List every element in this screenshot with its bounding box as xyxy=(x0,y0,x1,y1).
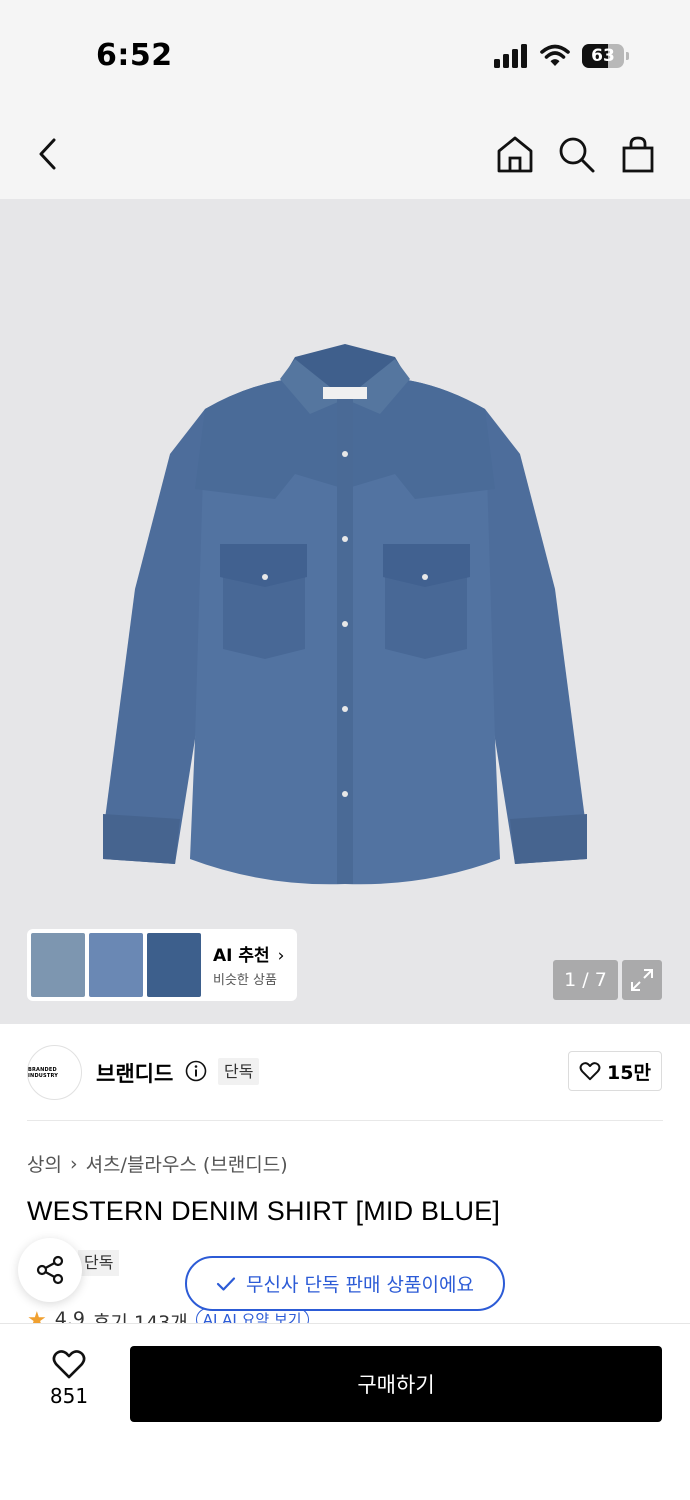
divider xyxy=(27,1120,663,1121)
brand-name[interactable]: 브랜디드 xyxy=(96,1058,173,1088)
breadcrumb-item[interactable]: 셔츠/블라우스 (브랜디드) xyxy=(86,1150,288,1177)
bottom-action-bar: 851 구매하기 xyxy=(0,1323,690,1500)
battery-level: 63 xyxy=(591,46,615,66)
home-icon[interactable] xyxy=(493,132,537,176)
product-title: WESTERN DENIM SHIRT [MID BLUE] xyxy=(27,1196,501,1226)
recommend-thumbnail[interactable] xyxy=(147,933,201,997)
product-image xyxy=(103,344,587,885)
heart-icon xyxy=(579,1062,601,1081)
back-icon[interactable] xyxy=(26,132,70,176)
search-icon[interactable] xyxy=(554,132,598,176)
shopping-bag-icon[interactable] xyxy=(616,132,660,176)
recommend-thumbnail[interactable] xyxy=(31,933,85,997)
share-button[interactable] xyxy=(18,1238,82,1302)
brand-like-count: 15만 xyxy=(607,1061,651,1084)
exclusive-badge: 단독 xyxy=(78,1250,120,1276)
product-image-carousel[interactable]: AI 추천 › 비슷한 상품 1 / 7 xyxy=(0,199,690,1024)
status-bar: 6:52 63 xyxy=(0,0,690,110)
info-icon[interactable] xyxy=(185,1060,207,1082)
check-icon xyxy=(216,1276,236,1291)
breadcrumb: 상의 › 셔츠/블라우스 (브랜디드) xyxy=(27,1150,288,1177)
battery-icon: 63 xyxy=(582,44,630,68)
image-counter: 1 / 7 xyxy=(553,960,618,1000)
wish-count: 851 xyxy=(49,1384,89,1408)
signal-icon xyxy=(494,44,527,68)
exclusive-toast: 무신사 단독 판매 상품이에요 xyxy=(185,1256,505,1311)
ai-recommend-title: AI 추천 › xyxy=(213,946,285,966)
recommend-thumbnail[interactable] xyxy=(89,933,143,997)
brand-logo[interactable]: BRANDED INDUSTRY xyxy=(27,1045,82,1100)
exclusive-badge: 단독 xyxy=(218,1058,260,1085)
expand-icon[interactable] xyxy=(622,960,662,1000)
chevron-right-icon: › xyxy=(69,1152,78,1175)
breadcrumb-item[interactable]: 상의 xyxy=(27,1150,62,1177)
ai-recommend-subtitle: 비슷한 상품 xyxy=(213,973,277,988)
share-icon xyxy=(36,1255,64,1285)
wishlist-button[interactable]: 851 xyxy=(40,1348,98,1408)
toast-text: 무신사 단독 판매 상품이에요 xyxy=(246,1274,474,1296)
clock: 6:52 xyxy=(96,38,173,73)
wifi-icon xyxy=(540,44,570,66)
chevron-right-icon: › xyxy=(277,946,285,966)
brand-like-button[interactable]: 15만 xyxy=(568,1051,662,1091)
header-nav xyxy=(0,110,690,200)
buy-button[interactable]: 구매하기 xyxy=(130,1346,662,1422)
heart-icon xyxy=(52,1350,86,1379)
ai-recommend-card[interactable]: AI 추천 › 비슷한 상품 xyxy=(27,929,297,1001)
